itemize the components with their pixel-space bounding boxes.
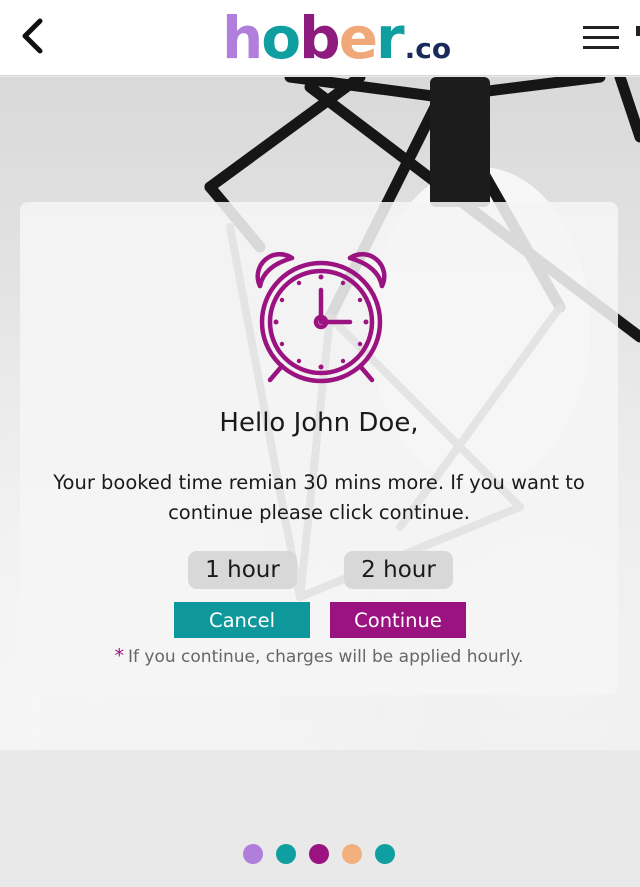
message-line: Your booked time remian 30 mins more. If… <box>53 471 585 494</box>
message-line: continue please click continue. <box>168 501 470 524</box>
hourly-charge-note: * If you continue, charges will be applie… <box>20 645 618 667</box>
two-hour-option-button[interactable]: 2 hour <box>344 551 453 589</box>
logo-letter: e <box>338 4 378 72</box>
alarm-clock-icon <box>255 252 387 384</box>
logo-letter: h <box>222 4 263 72</box>
carousel-dot[interactable] <box>276 844 296 864</box>
carousel-pagination <box>243 844 395 864</box>
note-text: If you continue, charges will be applied… <box>128 647 524 667</box>
carousel-dot[interactable] <box>309 844 329 864</box>
logo-suffix: .co <box>404 32 452 65</box>
booking-message: Your booked time remian 30 mins more. If… <box>50 468 588 528</box>
header-edge-mark <box>636 26 640 36</box>
chevron-left-icon <box>22 18 43 54</box>
greeting-heading: Hello John Doe, <box>219 408 419 438</box>
logo-letter: o <box>261 4 301 72</box>
logo-letter: b <box>299 4 341 72</box>
logo-letter: r <box>376 4 405 72</box>
carousel-dot[interactable] <box>342 844 362 864</box>
hober-logo[interactable]: h o b e r .co <box>222 8 451 68</box>
carousel-dot[interactable] <box>243 844 263 864</box>
one-hour-option-button[interactable]: 1 hour <box>188 551 297 589</box>
carousel-dot[interactable] <box>375 844 395 864</box>
cancel-button[interactable]: Cancel <box>174 602 310 638</box>
back-button[interactable] <box>14 14 50 58</box>
hamburger-menu-icon[interactable] <box>583 26 619 50</box>
continue-button[interactable]: Continue <box>330 602 466 638</box>
app-header: h o b e r .co <box>0 0 640 76</box>
session-timeout-dialog: Hello John Doe, Your booked time remian … <box>20 202 618 695</box>
asterisk-marker: * <box>114 645 125 667</box>
